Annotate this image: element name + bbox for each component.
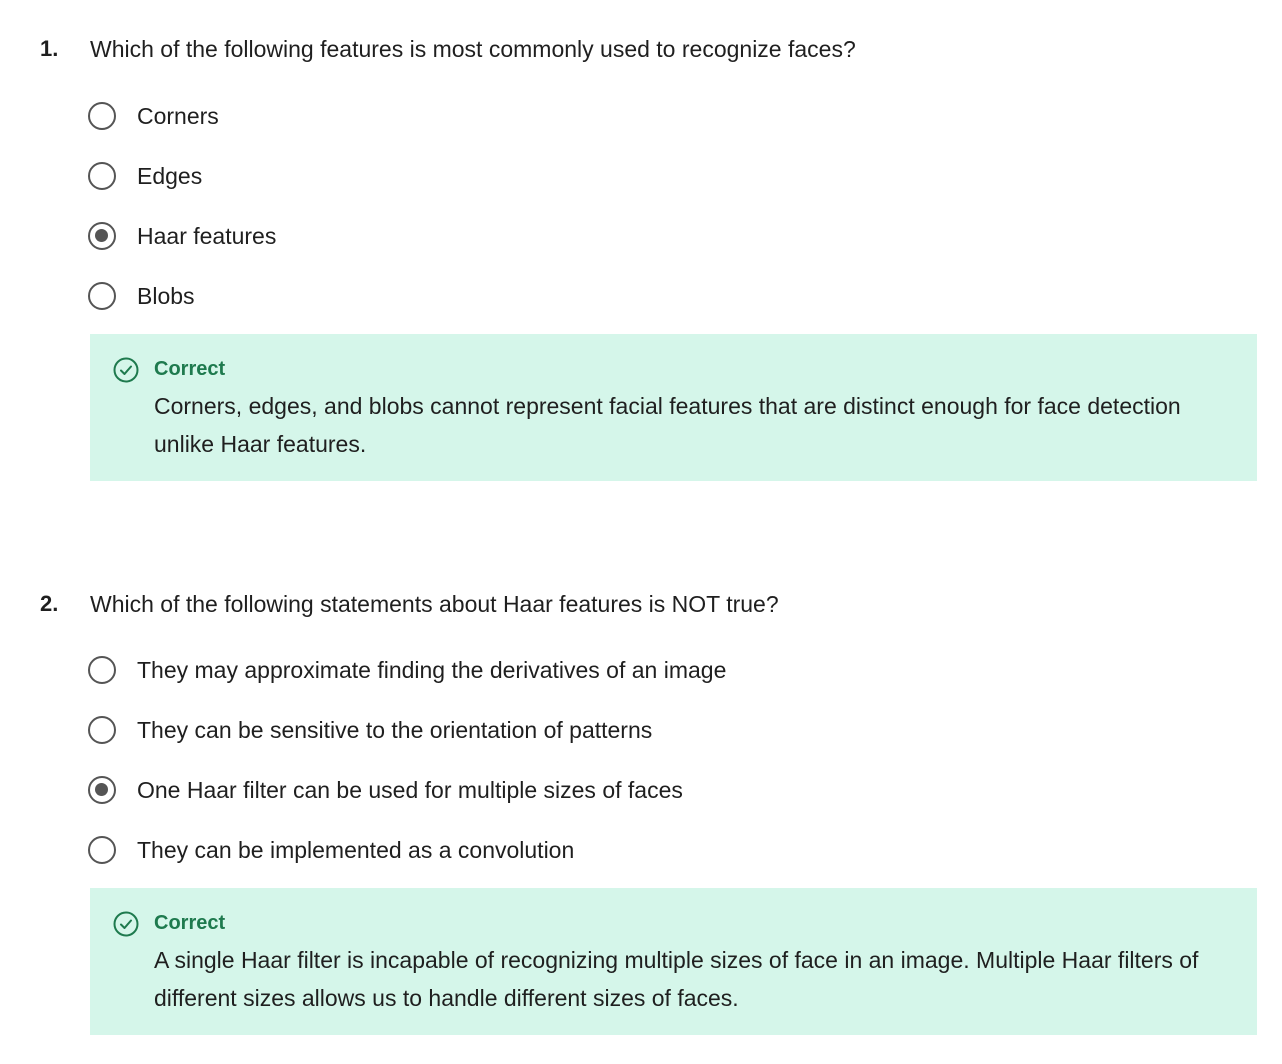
radio-button-selected[interactable]	[88, 222, 116, 250]
feedback-panel: Correct A single Haar filter is incapabl…	[90, 888, 1257, 1035]
radio-button[interactable]	[88, 102, 116, 130]
option-label: Corners	[137, 103, 219, 129]
question-prompt: Which of the following statements about …	[90, 591, 779, 617]
option-derivatives[interactable]: They may approximate finding the derivat…	[88, 653, 726, 687]
radio-button[interactable]	[88, 836, 116, 864]
option-label: Haar features	[137, 223, 277, 249]
option-label: They can be implemented as a convolution	[137, 837, 575, 863]
option-label: Edges	[137, 163, 203, 189]
option-orientation[interactable]: They can be sensitive to the orientation…	[88, 713, 652, 747]
feedback-explanation: A single Haar filter is incapable of rec…	[154, 947, 1199, 1011]
radio-button-selected[interactable]	[88, 776, 116, 804]
feedback-explanation: Corners, edges, and blobs cannot represe…	[154, 393, 1181, 457]
option-convolution[interactable]: They can be implemented as a convolution	[88, 833, 574, 867]
option-label: Blobs	[137, 283, 195, 309]
check-circle-icon	[113, 911, 139, 937]
radio-button[interactable]	[88, 656, 116, 684]
question-number: 2.	[40, 591, 59, 616]
option-blobs[interactable]: Blobs	[88, 279, 195, 313]
feedback-panel: Correct Corners, edges, and blobs cannot…	[90, 334, 1257, 481]
option-multiple-sizes[interactable]: One Haar filter can be used for multiple…	[88, 773, 683, 807]
radio-button[interactable]	[88, 716, 116, 744]
question-prompt: Which of the following features is most …	[90, 36, 856, 62]
radio-button[interactable]	[88, 282, 116, 310]
option-label: One Haar filter can be used for multiple…	[137, 777, 683, 803]
option-label: They may approximate finding the derivat…	[137, 657, 727, 683]
option-corners[interactable]: Corners	[88, 99, 219, 133]
option-label: They can be sensitive to the orientation…	[137, 717, 653, 743]
option-edges[interactable]: Edges	[88, 159, 202, 193]
radio-button[interactable]	[88, 162, 116, 190]
question-number: 1.	[40, 36, 59, 61]
option-haar-features[interactable]: Haar features	[88, 219, 276, 253]
feedback-status: Correct	[154, 912, 226, 934]
check-circle-icon	[113, 357, 139, 383]
feedback-status: Correct	[154, 358, 226, 380]
